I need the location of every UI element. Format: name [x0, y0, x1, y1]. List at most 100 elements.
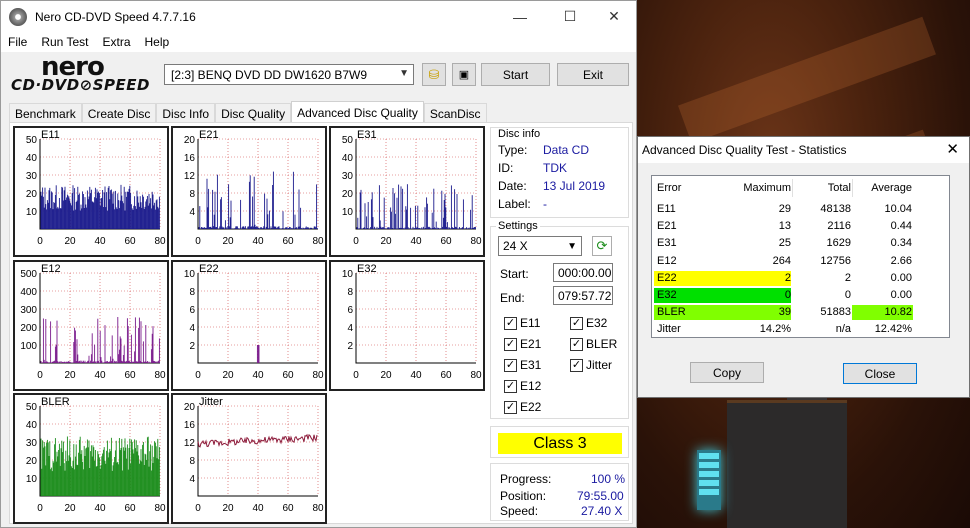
stats-cell: E12 — [657, 254, 677, 267]
stats-cell: 2 — [844, 271, 851, 284]
x-tick-label: 60 — [124, 503, 136, 514]
checkbox-jitter[interactable]: ✓ Jitter — [570, 358, 612, 372]
x-tick-label: 0 — [195, 370, 201, 381]
checkbox-e31[interactable]: ✓ E31 — [504, 358, 541, 372]
y-tick-label: 40 — [342, 153, 354, 164]
minimize-button[interactable]: — — [497, 1, 543, 32]
y-tick-label: 20 — [26, 456, 38, 467]
end-field[interactable]: 079:57.72 — [553, 286, 613, 305]
tab-create-disc[interactable]: Create Disc — [81, 103, 157, 123]
checkbox-e12[interactable]: ✓ E12 — [504, 379, 541, 393]
toolbar: nero CD·DVD⊘SPEED [2:3] BENQ DVD DD DW16… — [1, 52, 636, 96]
menu-run-test[interactable]: Run Test — [34, 35, 95, 49]
maximize-button[interactable]: ☐ — [547, 1, 593, 32]
x-tick-label: 40 — [252, 370, 264, 381]
x-tick-label: 80 — [312, 370, 324, 381]
x-tick-label: 0 — [353, 236, 359, 247]
x-tick-label: 0 — [353, 370, 359, 381]
menu-extra[interactable]: Extra — [95, 35, 137, 49]
chart-bler: BLER 50 40 30 20 10 0 20 40 60 80 — [13, 393, 169, 524]
x-tick-label: 80 — [154, 236, 166, 247]
tab-scandisc[interactable]: ScanDisc — [423, 103, 487, 123]
x-tick-label: 60 — [282, 370, 294, 381]
check-icon: ✓ — [570, 316, 583, 330]
stats-cell: 0 — [784, 289, 791, 301]
start-field[interactable]: 000:00.00 — [553, 263, 613, 282]
y-tick-label: 300 — [20, 305, 37, 316]
speed-value: 27.40 X — [581, 504, 623, 518]
stats-row-jitter: Jitter 14.2% n/a 12.42% — [652, 322, 912, 338]
statistics-title-bar: Advanced Disc Quality Test - Statistics … — [638, 137, 969, 163]
disc-eject-button[interactable]: ⛁ — [422, 63, 446, 86]
checkbox-e32[interactable]: ✓ E32 — [570, 316, 607, 330]
x-tick-label: 40 — [410, 370, 422, 381]
window-title: Nero CD-DVD Speed 4.7.7.16 — [35, 9, 196, 24]
checkbox-e11[interactable]: ✓ E11 — [504, 316, 540, 330]
start-label: Start: — [500, 267, 529, 281]
x-tick-label: 40 — [94, 370, 106, 381]
stats-cell: E22 — [657, 271, 677, 284]
stats-row-e12: E12 264 12756 2.66 — [652, 254, 912, 270]
x-tick-label: 80 — [154, 370, 166, 381]
progress-value: 100 % — [591, 472, 626, 486]
check-icon: ✓ — [504, 379, 517, 393]
refresh-icon: ⟳ — [596, 238, 608, 253]
checkbox-bler[interactable]: ✓ BLER — [570, 337, 617, 351]
chart-e31: E31 50 40 30 20 10 0 20 40 60 80 — [329, 126, 485, 257]
start-button[interactable]: Start — [481, 63, 550, 86]
checkbox-e21[interactable]: ✓ E21 — [504, 337, 541, 351]
dialog-close-button[interactable]: Close — [843, 363, 917, 384]
stats-header-cell: Maximum — [743, 182, 791, 194]
y-tick-label: 10 — [342, 207, 354, 218]
tab-disc-quality[interactable]: Disc Quality — [215, 103, 292, 123]
x-tick-label: 60 — [440, 370, 452, 381]
check-icon: ✓ — [504, 358, 517, 372]
chart-e32: E32 10 8 6 4 2 0 20 40 60 80 — [329, 260, 485, 391]
stats-row-bler: BLER 39 51883 10.82 — [652, 305, 912, 321]
stats-cell: n/a — [835, 323, 851, 336]
x-tick-label: 60 — [440, 236, 452, 247]
drive-select-value: [2:3] BENQ DVD DD DW1620 B7W9 — [171, 67, 368, 82]
dialog-close-icon[interactable]: ✕ — [946, 140, 959, 158]
disc-id-label: ID: — [498, 161, 514, 175]
disc-type-value: Data CD — [543, 143, 590, 157]
tab-benchmark[interactable]: Benchmark — [9, 103, 82, 123]
speed-select-value: 24 X — [503, 239, 528, 253]
chevron-down-icon: ▼ — [399, 68, 409, 79]
floppy-disk-icon: ▣ — [458, 69, 470, 81]
tab-advanced-disc-quality[interactable]: Advanced Disc Quality — [291, 101, 424, 123]
x-tick-label: 20 — [64, 236, 76, 247]
x-tick-label: 60 — [124, 236, 136, 247]
x-tick-label: 20 — [64, 370, 76, 381]
chart-e11: E11 50 40 30 20 10 0 20 40 60 80 — [13, 126, 169, 257]
stats-cell: E32 — [657, 289, 677, 301]
y-tick-label: 6 — [189, 305, 195, 316]
exit-button[interactable]: Exit — [557, 63, 629, 86]
statistics-dialog: Advanced Disc Quality Test - Statistics … — [637, 136, 970, 398]
x-tick-label: 40 — [94, 236, 106, 247]
save-button[interactable]: ▣ — [452, 63, 476, 86]
stats-cell: 12756 — [820, 254, 851, 267]
x-tick-label: 80 — [312, 503, 324, 514]
menu-help[interactable]: Help — [138, 35, 177, 49]
stats-row-e21: E21 13 2116 0.44 — [652, 219, 912, 235]
stats-cell: 14.2% — [759, 323, 791, 336]
stats-cell: 12.42% — [874, 323, 912, 336]
x-tick-label: 60 — [282, 236, 294, 247]
refresh-button[interactable]: ⟳ — [592, 236, 612, 256]
y-tick-label: 4 — [189, 323, 195, 334]
statistics-table: Error Maximum Total Average E11 29 48138 10.04 E… — [651, 175, 950, 338]
drive-select[interactable]: [2:3] BENQ DVD DD DW1620 B7W9 ▼ — [164, 64, 414, 85]
stats-cell: Jitter — [657, 323, 681, 336]
close-button[interactable]: ✕ — [591, 1, 637, 32]
stats-header-cell: Error — [657, 182, 682, 194]
speed-select[interactable]: 24 X ▼ — [498, 236, 582, 256]
tab-disc-info[interactable]: Disc Info — [156, 103, 216, 123]
y-tick-label: 2 — [347, 341, 353, 352]
x-tick-label: 40 — [252, 236, 264, 247]
disc-date-label: Date: — [498, 179, 527, 193]
menu-file[interactable]: File — [1, 35, 34, 49]
stats-cell: 2 — [784, 271, 791, 284]
checkbox-e22[interactable]: ✓ E22 — [504, 400, 541, 414]
copy-button[interactable]: Copy — [690, 362, 764, 383]
